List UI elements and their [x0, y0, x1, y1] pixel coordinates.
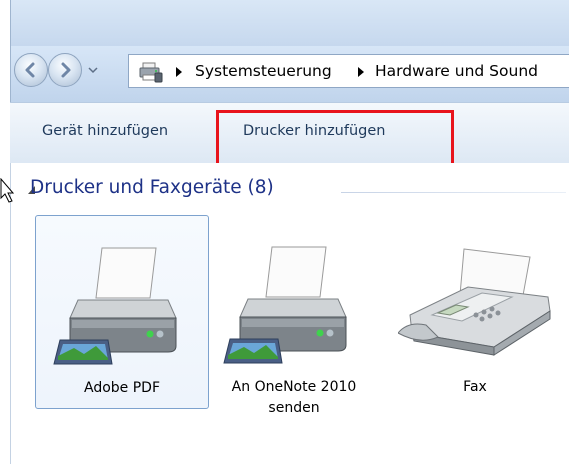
breadcrumb-systemsteuerung[interactable]: Systemsteuerung	[195, 62, 332, 80]
forward-button[interactable]	[48, 53, 82, 87]
window-titlebar	[10, 0, 569, 46]
device-label: Adobe PDF	[83, 380, 160, 396]
device-label: An OneNote 2010 senden	[231, 379, 357, 416]
device-item-onenote-2010[interactable]: An OneNote 2010 senden	[210, 215, 378, 435]
forward-arrow-icon	[61, 62, 71, 78]
printer-icon	[53, 247, 177, 365]
recent-pages-button[interactable]	[86, 62, 100, 78]
device-item-adobe-pdf[interactable]: Adobe PDF	[35, 215, 209, 409]
back-arrow-icon	[25, 62, 35, 78]
address-bar[interactable]: Systemsteuerung Hardware und Sound	[128, 54, 569, 88]
breadcrumb-hardware-und-sound[interactable]: Hardware und Sound	[375, 62, 538, 80]
device-label: Fax	[463, 379, 487, 395]
back-button[interactable]	[14, 53, 48, 87]
printer-icon	[223, 246, 347, 364]
add-printer-highlight-box	[216, 110, 454, 168]
mouse-cursor-icon	[0, 178, 14, 203]
fax-machine-icon	[398, 248, 551, 356]
breadcrumb-separator-icon	[358, 67, 364, 77]
group-divider	[341, 192, 566, 193]
breadcrumb-separator-icon	[176, 67, 182, 77]
add-device-button[interactable]: Gerät hinzufügen	[42, 123, 168, 139]
devices-and-printers-icon	[139, 62, 163, 83]
group-header-printers-and-faxes[interactable]: Drucker und Faxgeräte (8)	[30, 177, 274, 198]
chevron-down-icon	[88, 67, 98, 74]
device-item-fax[interactable]: Fax	[390, 215, 560, 409]
